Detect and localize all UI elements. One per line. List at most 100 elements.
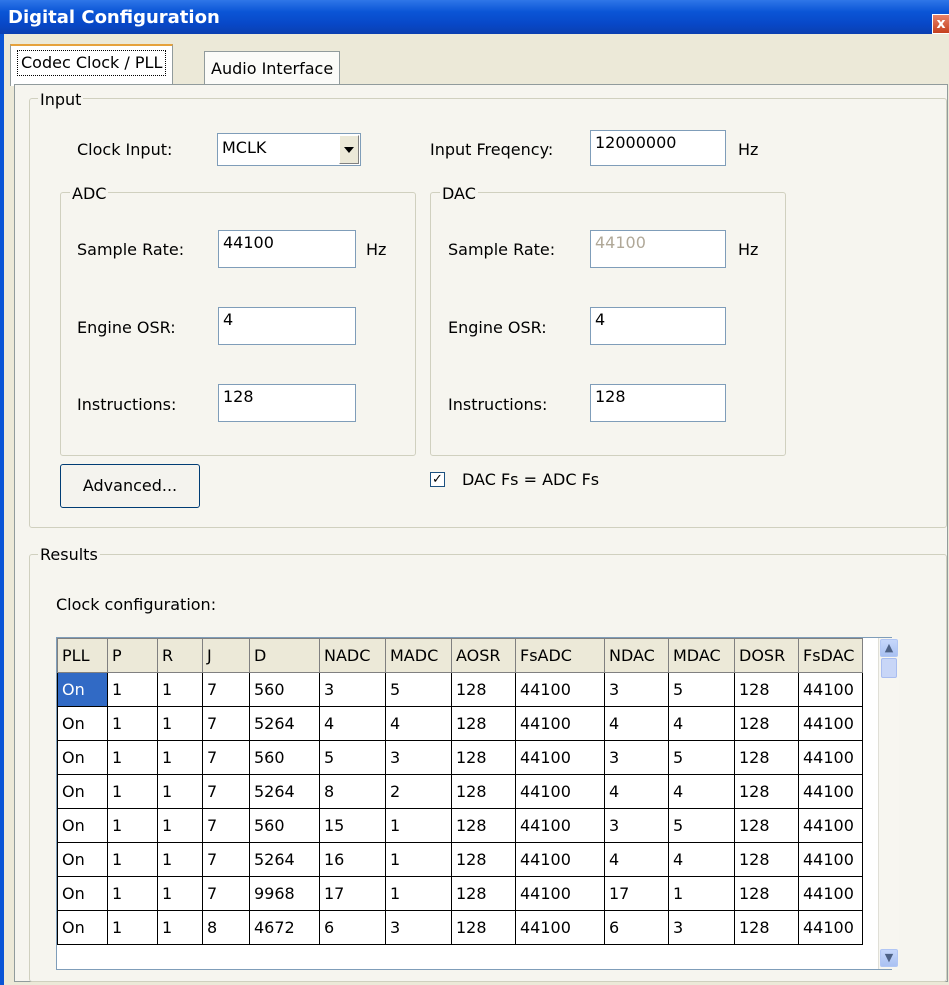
table-cell: 7 xyxy=(202,774,250,809)
table-scrollbar[interactable]: ▲ ▼ xyxy=(878,638,899,969)
table-cell: 44100 xyxy=(798,706,863,741)
column-header-j[interactable]: J xyxy=(202,638,250,673)
table-cell: 4 xyxy=(319,706,386,741)
chevron-down-icon[interactable]: ▼ xyxy=(880,949,898,967)
table-row[interactable]: On 1 1 7 9968 17 1 128 44100 17 1 128 44100 xyxy=(57,876,863,911)
column-header-r[interactable]: R xyxy=(157,638,203,673)
table-cell: 7 xyxy=(202,876,250,911)
column-header-p[interactable]: P xyxy=(107,638,158,673)
column-header-pll[interactable]: PLL xyxy=(57,638,108,673)
table-cell: 1 xyxy=(157,740,203,775)
table-cell: 5 xyxy=(668,672,735,707)
table-row[interactable]: On 1 1 7 5264 4 4 128 44100 4 4 128 44100 xyxy=(57,706,863,741)
advanced-button[interactable]: Advanced... xyxy=(60,464,200,508)
table-cell: 4 xyxy=(604,774,669,809)
table-cell: On xyxy=(57,808,108,843)
column-header-mdac[interactable]: MDAC xyxy=(668,638,735,673)
adc-instructions-field[interactable]: 128 xyxy=(218,384,356,422)
table-cell: On xyxy=(57,706,108,741)
table-cell: 5264 xyxy=(249,842,320,877)
table-cell: 6 xyxy=(604,910,669,945)
column-header-ndac[interactable]: NDAC xyxy=(604,638,669,673)
table-cell: 1 xyxy=(107,876,158,911)
table-row[interactable]: On 1 1 8 4672 6 3 128 44100 6 3 128 44100 xyxy=(57,910,863,945)
column-header-dosr[interactable]: DOSR xyxy=(734,638,799,673)
table-cell: 44100 xyxy=(515,774,605,809)
table-row[interactable]: On 1 1 7 5264 16 1 128 44100 4 4 128 44100 xyxy=(57,842,863,877)
table-cell: On xyxy=(57,774,108,809)
table-cell: 1 xyxy=(385,876,452,911)
tab-audio-interface[interactable]: Audio Interface xyxy=(204,51,341,85)
adc-engine-osr-label: Engine OSR: xyxy=(77,318,176,337)
tab-codec-clock-pll[interactable]: Codec Clock / PLL xyxy=(10,44,174,86)
table-cell: 44100 xyxy=(798,842,863,877)
adc-engine-osr-field[interactable]: 4 xyxy=(218,307,356,345)
column-header-nadc[interactable]: NADC xyxy=(319,638,386,673)
clock-input-select[interactable]: MCLK xyxy=(217,133,361,166)
dropdown-arrow-icon[interactable] xyxy=(339,135,359,164)
table-cell: 7 xyxy=(202,842,250,877)
table-cell: 7 xyxy=(202,740,250,775)
column-header-fsdac[interactable]: FsDAC xyxy=(798,638,863,673)
table-cell: 560 xyxy=(249,808,320,843)
table-cell: 4672 xyxy=(249,910,320,945)
table-header-row: PLL P R J D NADC MADC AOSR FsADC NDAC MDAC DOSR FsDA… xyxy=(57,638,863,673)
dac-sample-rate-unit: Hz xyxy=(738,240,759,259)
adc-sample-rate-field[interactable]: 44100 xyxy=(218,230,356,268)
table-cell: 44100 xyxy=(798,740,863,775)
dac-fs-checkbox[interactable]: ✓ xyxy=(430,472,445,487)
clock-input-value: MCLK xyxy=(222,138,267,157)
adc-sample-rate-label: Sample Rate: xyxy=(77,240,185,259)
input-frequency-unit: Hz xyxy=(738,140,759,159)
close-icon[interactable]: x xyxy=(932,14,949,34)
dac-engine-osr-field[interactable]: 4 xyxy=(590,307,726,345)
table-cell: 1 xyxy=(157,910,203,945)
table-cell: 1 xyxy=(107,910,158,945)
table-cell: 1 xyxy=(107,740,158,775)
results-legend: Results xyxy=(38,545,100,564)
table-cell: 128 xyxy=(451,910,516,945)
window-border xyxy=(0,34,4,985)
input-frequency-label: Input Freqency: xyxy=(430,140,554,159)
table-cell: 128 xyxy=(451,774,516,809)
table-cell: 8 xyxy=(319,774,386,809)
results-table: PLL P R J D NADC MADC AOSR FsADC NDAC MDAC DOSR FsDA… xyxy=(57,638,863,945)
scrollbar-thumb[interactable] xyxy=(881,658,897,678)
table-cell: 1 xyxy=(157,842,203,877)
column-header-fsadc[interactable]: FsADC xyxy=(515,638,605,673)
table-cell: On xyxy=(57,910,108,945)
table-cell: On xyxy=(57,672,108,707)
table-cell: 16 xyxy=(319,842,386,877)
table-cell: 4 xyxy=(668,842,735,877)
table-cell: 128 xyxy=(734,910,799,945)
column-header-d[interactable]: D xyxy=(249,638,320,673)
table-cell: 15 xyxy=(319,808,386,843)
column-header-madc[interactable]: MADC xyxy=(385,638,452,673)
table-cell: 44100 xyxy=(515,808,605,843)
table-cell: 44100 xyxy=(798,876,863,911)
table-row[interactable]: On 1 1 7 560 3 5 128 44100 3 5 128 44100 xyxy=(57,672,863,707)
table-cell: On xyxy=(57,740,108,775)
table-cell: 1 xyxy=(107,706,158,741)
table-cell: 1 xyxy=(385,842,452,877)
dac-instructions-field[interactable]: 128 xyxy=(590,384,726,422)
table-row[interactable]: On 1 1 7 560 5 3 128 44100 3 5 128 44100 xyxy=(57,740,863,775)
input-frequency-field[interactable]: 12000000 xyxy=(590,130,726,166)
clock-input-label: Clock Input: xyxy=(77,140,173,159)
dac-engine-osr-label: Engine OSR: xyxy=(448,318,547,337)
table-cell: 5264 xyxy=(249,706,320,741)
table-cell: 5 xyxy=(668,740,735,775)
table-cell: 3 xyxy=(668,910,735,945)
table-row[interactable]: On 1 1 7 5264 8 2 128 44100 4 4 128 44100 xyxy=(57,774,863,809)
clock-configuration-label: Clock configuration: xyxy=(56,595,217,614)
table-cell: 1 xyxy=(157,706,203,741)
table-cell: 128 xyxy=(734,842,799,877)
table-cell: 128 xyxy=(451,740,516,775)
table-row[interactable]: On 1 1 7 560 15 1 128 44100 3 5 128 44100 xyxy=(57,808,863,843)
column-header-aosr[interactable]: AOSR xyxy=(451,638,516,673)
table-cell: 44100 xyxy=(798,672,863,707)
table-cell: 128 xyxy=(734,774,799,809)
table-cell: 5 xyxy=(319,740,386,775)
chevron-up-icon[interactable]: ▲ xyxy=(880,639,898,657)
table-cell: 1 xyxy=(157,876,203,911)
